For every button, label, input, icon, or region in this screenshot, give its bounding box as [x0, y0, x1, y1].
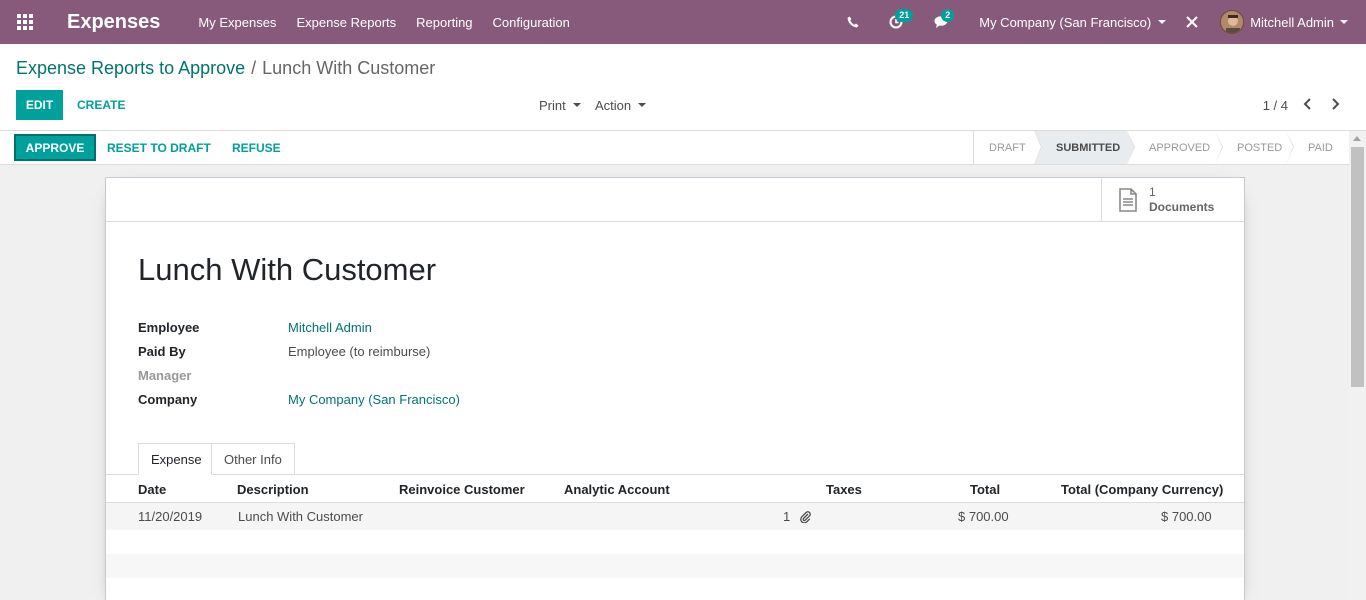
paid-by-label: Paid By: [138, 343, 186, 359]
form-sheet: 1 Documents Lunch With Customer Employee…: [105, 177, 1245, 600]
col-total[interactable]: Total: [970, 482, 1000, 497]
company-value-link[interactable]: My Company (San Francisco): [288, 392, 460, 407]
paid-by-value: Employee (to reimburse): [288, 343, 431, 359]
breadcrumb-parent-link[interactable]: Expense Reports to Approve: [16, 58, 245, 78]
pager-previous-icon[interactable]: [1301, 96, 1315, 112]
document-icon: [1119, 187, 1137, 212]
col-analytic-account[interactable]: Analytic Account: [564, 482, 670, 497]
activities-badge: 21: [895, 9, 914, 22]
col-total-company-currency[interactable]: Total (Company Currency): [1061, 482, 1223, 497]
form-statusbar: APPROVE RESET TO DRAFT REFUSE DRAFT SUBM…: [0, 131, 1349, 165]
company-switcher[interactable]: My Company (San Francisco): [979, 14, 1167, 30]
stage-approved: APPROVED: [1127, 131, 1223, 164]
expense-report-title: Lunch With Customer: [138, 252, 437, 287]
employee-value-link[interactable]: Mitchell Admin: [288, 320, 372, 335]
stage-paid: PAID: [1286, 131, 1349, 164]
stage-separator-fill: [1127, 131, 1134, 164]
print-label: Print: [539, 97, 566, 113]
table-empty-row: [106, 554, 1244, 578]
reset-to-draft-button[interactable]: RESET TO DRAFT: [107, 134, 211, 161]
activity-clock-icon[interactable]: 21: [881, 0, 914, 44]
paperclip-icon[interactable]: [800, 510, 811, 526]
stage-draft: DRAFT: [974, 131, 1042, 164]
stage-posted-label: POSTED: [1237, 141, 1283, 154]
tab-expense[interactable]: Expense: [138, 443, 212, 475]
action-dropdown[interactable]: Action: [595, 90, 647, 120]
tab-other-info[interactable]: Other Info: [212, 443, 295, 475]
scrollbar[interactable]: [1349, 131, 1366, 600]
col-description[interactable]: Description: [237, 482, 309, 497]
debug-tools-icon[interactable]: [1182, 0, 1202, 44]
company-label: Company: [138, 391, 198, 407]
refuse-button[interactable]: REFUSE: [232, 134, 281, 161]
scroll-thumb[interactable]: [1351, 147, 1364, 387]
chevron-down-icon: [638, 103, 647, 107]
approve-button[interactable]: APPROVE: [14, 134, 96, 161]
create-button[interactable]: CREATE: [77, 90, 125, 120]
row-description: Lunch With Customer: [238, 509, 363, 524]
col-date[interactable]: Date: [138, 482, 166, 497]
manager-label: Manager: [138, 367, 192, 383]
table-row[interactable]: 11/20/2019 Lunch With Customer 1 $ 700.0…: [106, 503, 1244, 530]
stage-posted: POSTED: [1215, 131, 1294, 164]
row-date: 11/20/2019: [138, 509, 203, 524]
stage-separator-fill: [1034, 131, 1041, 164]
pager-next-icon[interactable]: [1328, 96, 1342, 112]
app-brand[interactable]: Expenses: [67, 11, 160, 34]
menu-reporting[interactable]: Reporting: [416, 15, 472, 30]
paid-by-field: Paid By Employee (to reimburse): [138, 341, 430, 361]
documents-count: 1: [1149, 184, 1156, 199]
user-menu-chevron-icon[interactable]: [1340, 20, 1348, 24]
menu-configuration[interactable]: Configuration: [493, 15, 570, 30]
table-empty-row: [106, 578, 1244, 600]
manager-field: Manager: [138, 365, 288, 385]
messages-badge: 2: [941, 9, 955, 22]
menu-my-expenses[interactable]: My Expenses: [198, 15, 276, 30]
employee-field: Employee Mitchell Admin: [138, 317, 372, 337]
stage-draft-label: DRAFT: [989, 141, 1026, 154]
status-stages: DRAFT SUBMITTED APPROVED POSTED PAID: [973, 131, 1349, 164]
pager-value[interactable]: 1 / 4: [1263, 98, 1288, 113]
chat-icon[interactable]: 2: [927, 0, 957, 44]
company-field: Company My Company (San Francisco): [138, 389, 460, 409]
print-dropdown[interactable]: Print: [539, 90, 581, 120]
stage-separator-fill: [1286, 131, 1293, 164]
documents-smart-button[interactable]: 1 Documents: [1101, 178, 1244, 221]
employee-label: Employee: [138, 319, 200, 335]
table-empty-row: [106, 530, 1244, 554]
expense-table-header: Date Description Reinvoice Customer Anal…: [106, 475, 1244, 503]
menu-expense-reports[interactable]: Expense Reports: [296, 15, 396, 30]
avatar[interactable]: [1220, 10, 1245, 34]
chevron-down-icon: [1158, 20, 1167, 24]
row-total-company-currency: $ 700.00: [1161, 509, 1212, 524]
col-taxes[interactable]: Taxes: [826, 482, 862, 497]
breadcrumb-separator: /: [251, 58, 257, 78]
stage-submitted-label: SUBMITTED: [1056, 141, 1121, 154]
breadcrumb-current: Lunch With Customer: [262, 58, 436, 78]
scroll-up-arrow-icon[interactable]: [1353, 136, 1361, 141]
company-name: My Company (San Francisco): [979, 14, 1152, 30]
stage-approved-label: APPROVED: [1149, 141, 1211, 154]
phone-icon[interactable]: [843, 0, 863, 44]
documents-label: Documents: [1149, 199, 1215, 214]
stage-paid-label: PAID: [1308, 141, 1333, 154]
smart-button-box: 1 Documents: [106, 178, 1244, 222]
edit-button[interactable]: EDIT: [16, 90, 63, 120]
notebook-tabs: Expense Other Info: [106, 443, 1244, 475]
top-navbar: Expenses My Expenses Expense Reports Rep…: [0, 0, 1366, 44]
stage-submitted: SUBMITTED: [1034, 131, 1135, 164]
action-label: Action: [595, 97, 632, 113]
col-reinvoice-customer[interactable]: Reinvoice Customer: [399, 482, 525, 497]
user-name[interactable]: Mitchell Admin: [1250, 15, 1334, 30]
breadcrumb: Expense Reports to Approve / Lunch With Cu…: [16, 58, 435, 79]
apps-menu-icon[interactable]: [0, 0, 50, 44]
stage-separator-fill: [1215, 131, 1222, 164]
control-panel: Expense Reports to Approve / Lunch With Cu…: [0, 44, 1366, 131]
row-attachment-count: 1: [783, 509, 791, 524]
row-total: $ 700.00: [958, 509, 1009, 524]
chevron-down-icon: [572, 103, 581, 107]
